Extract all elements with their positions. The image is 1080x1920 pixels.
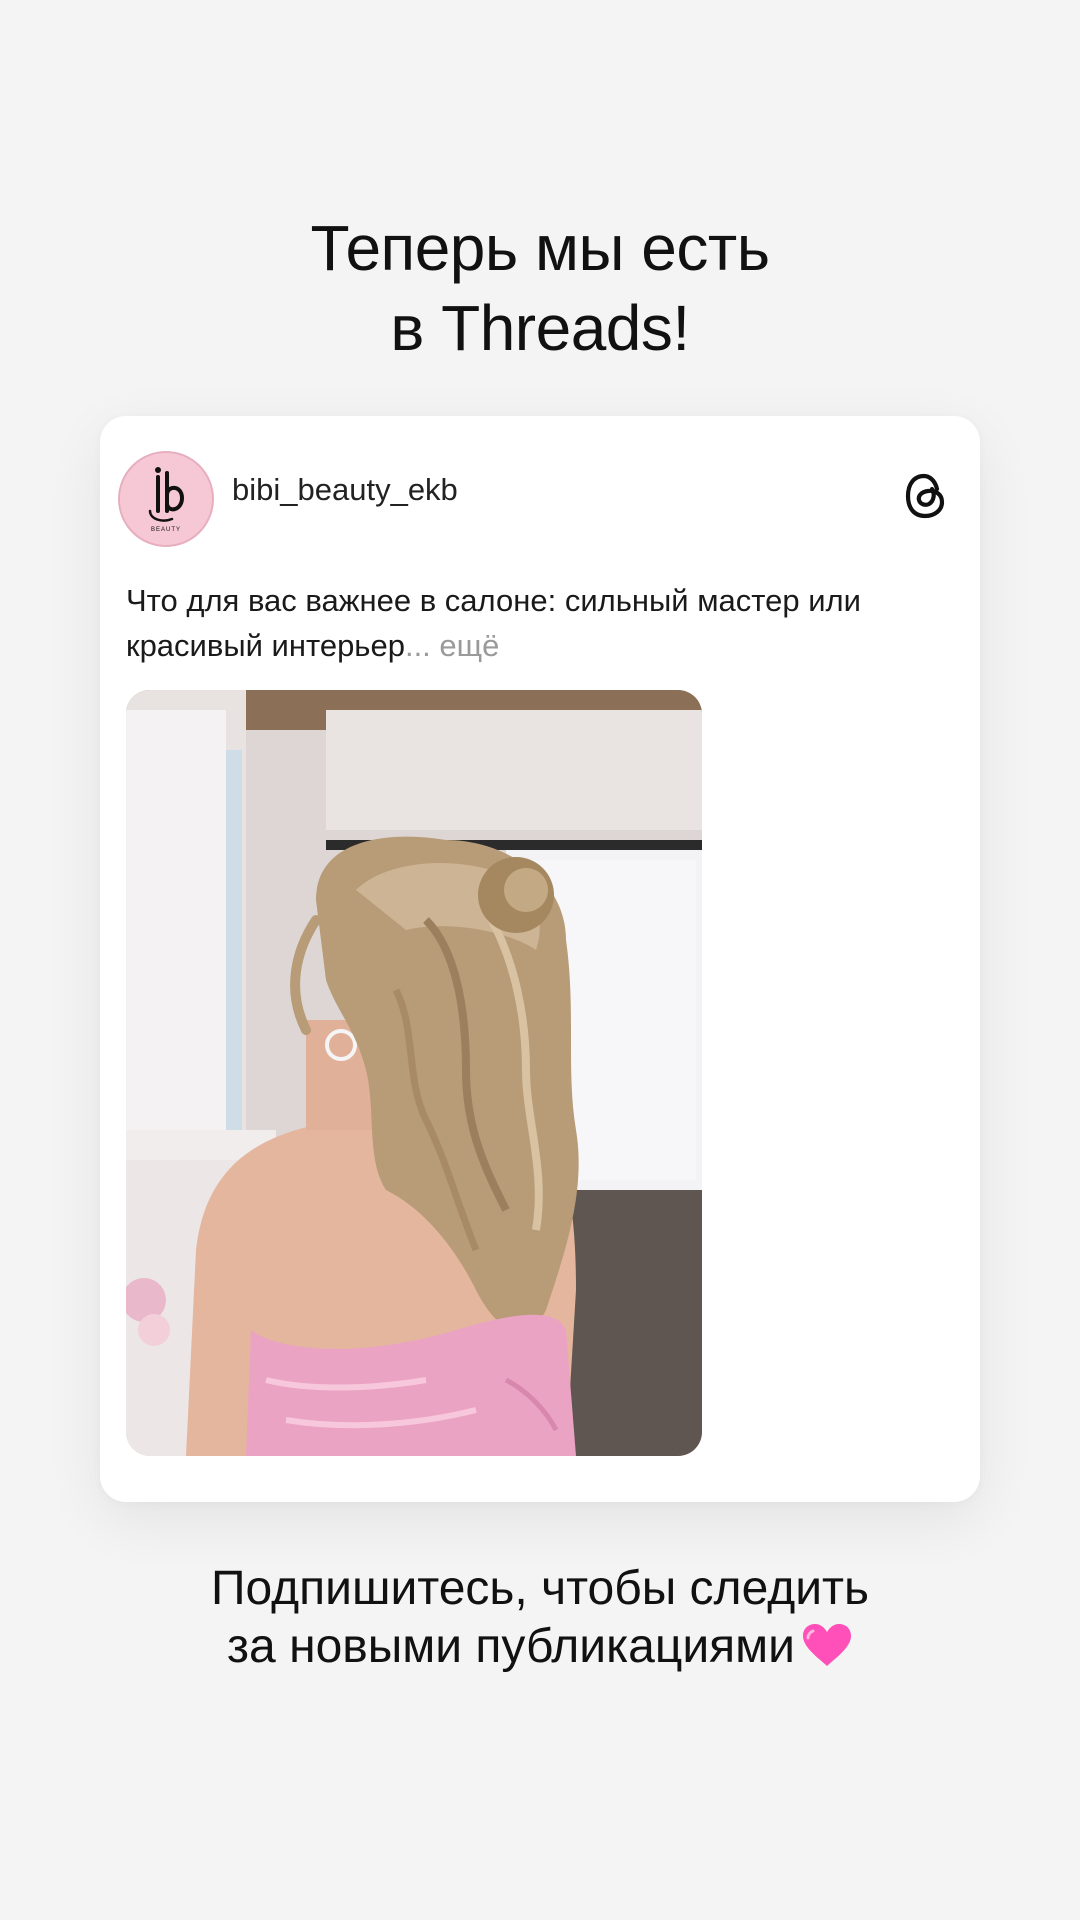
call-to-action: Подпишитесь, чтобы следить за новыми пуб… xyxy=(0,1560,1080,1676)
cta-line-1: Подпишитесь, чтобы следить xyxy=(210,1562,870,1615)
headline-brand: Threads! xyxy=(441,292,690,364)
cta-line-2-text: за новыми публикациями xyxy=(227,1620,795,1673)
headline-line-1: Теперь мы есть xyxy=(310,212,770,284)
cta-line-2: за новыми публикациями xyxy=(0,1618,1080,1676)
headline-prefix: в xyxy=(390,292,424,364)
brand-logo-icon: BEAUTY xyxy=(120,453,212,545)
post-photo[interactable] xyxy=(126,690,702,1456)
avatar[interactable]: BEAUTY xyxy=(118,451,214,547)
threads-post-card[interactable]: BEAUTY bibi_beauty_ekb Что для вас важне… xyxy=(100,416,980,1502)
headline: Теперь мы есть в Threads! xyxy=(0,208,1080,368)
hairstyle-photo xyxy=(126,690,702,1456)
post-text: Что для вас важнее в салоне: сильный мас… xyxy=(126,578,946,668)
pink-heart-icon xyxy=(802,1624,851,1666)
username[interactable]: bibi_beauty_ekb xyxy=(232,472,458,508)
logo-caption: BEAUTY xyxy=(151,527,181,533)
headline-line-2: в Threads! xyxy=(0,288,1080,368)
more-link[interactable]: ... ещё xyxy=(405,628,499,663)
threads-logo-icon[interactable] xyxy=(902,470,950,522)
